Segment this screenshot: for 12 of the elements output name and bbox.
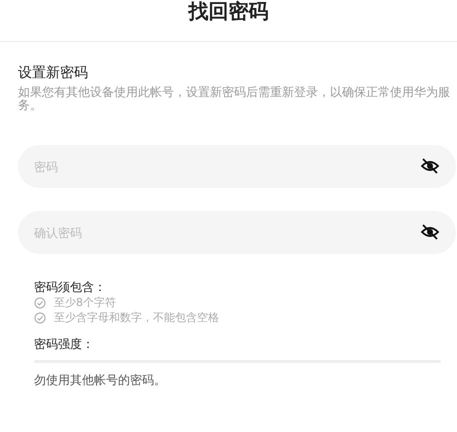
strength-label: 密码强度： [34, 336, 95, 352]
section-heading: 设置新密码 [18, 64, 89, 82]
eye-slash-icon[interactable] [420, 156, 440, 176]
password-field[interactable]: 密码 [18, 145, 456, 188]
eye-slash-icon[interactable] [420, 222, 440, 242]
description-text: 如果您有其他设备使用此帐号，设置新密码后需重新登录，以确保正常使用华为服务。 [18, 86, 451, 112]
requirement-text: 至少8个字符 [54, 295, 116, 310]
note-text: 勿使用其他帐号的密码。 [34, 372, 167, 389]
requirement-text: 至少含字母和数字，不能包含空格 [54, 310, 219, 325]
password-field[interactable]: 确认密码 [18, 211, 456, 254]
page-title: 找回密码 [188, 0, 268, 22]
requirements-label: 密码须包含： [34, 279, 107, 295]
